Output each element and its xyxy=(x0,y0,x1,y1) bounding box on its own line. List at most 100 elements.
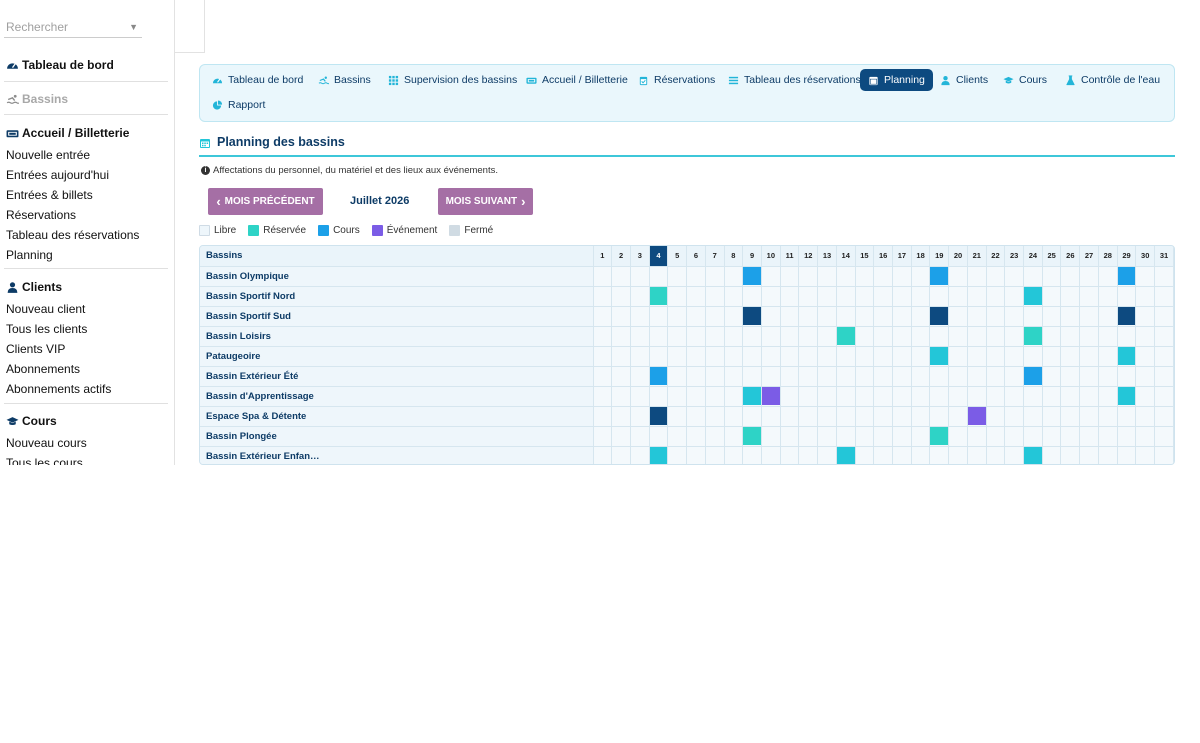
day-cell[interactable] xyxy=(817,266,837,287)
day-cell[interactable] xyxy=(892,306,912,327)
day-cell[interactable] xyxy=(1098,346,1118,367)
pool-name[interactable]: Espace Spa & Détente xyxy=(200,406,594,427)
day-cell[interactable] xyxy=(1135,266,1156,287)
day-cell[interactable] xyxy=(1060,326,1081,347)
day-cell[interactable] xyxy=(742,386,762,407)
day-cell[interactable] xyxy=(630,386,650,407)
day-cell[interactable] xyxy=(873,286,893,307)
day-cell[interactable] xyxy=(986,386,1006,407)
day-cell[interactable] xyxy=(1117,326,1137,347)
day-cell[interactable] xyxy=(1098,366,1118,387)
day-cell[interactable] xyxy=(948,406,968,427)
day-cell[interactable] xyxy=(780,366,800,387)
day-cell[interactable] xyxy=(780,346,800,367)
day-cell[interactable] xyxy=(929,366,950,387)
day-cell[interactable] xyxy=(967,326,987,347)
day-cell[interactable] xyxy=(948,326,968,347)
pool-name[interactable]: Bassin Extérieur Été xyxy=(200,366,594,387)
day-cell[interactable] xyxy=(649,326,669,347)
booking-mark-reservee_alt[interactable] xyxy=(743,387,762,405)
day-cell[interactable] xyxy=(630,286,650,307)
day-cell[interactable] xyxy=(1004,326,1025,347)
day-cell[interactable] xyxy=(873,266,893,287)
day-cell[interactable] xyxy=(817,326,837,347)
day-cell[interactable] xyxy=(986,446,1006,464)
sidebar-item[interactable]: Nouvelle entrée xyxy=(6,147,90,163)
day-cell[interactable] xyxy=(911,326,931,347)
day-cell[interactable] xyxy=(929,386,950,407)
day-cell[interactable] xyxy=(780,386,800,407)
sidebar-item[interactable]: Abonnements actifs xyxy=(6,381,111,397)
day-cell[interactable] xyxy=(1154,326,1174,347)
day-cell[interactable] xyxy=(817,386,837,407)
day-cell[interactable] xyxy=(611,286,631,307)
day-cell[interactable] xyxy=(1079,286,1099,307)
day-cell[interactable] xyxy=(1042,366,1062,387)
day-cell[interactable] xyxy=(667,346,688,367)
nav-tab-11[interactable]: Rapport xyxy=(204,94,273,116)
day-cell[interactable] xyxy=(1135,326,1156,347)
day-cell[interactable] xyxy=(1023,266,1043,287)
day-cell[interactable] xyxy=(836,366,856,387)
day-cell[interactable] xyxy=(1042,266,1062,287)
day-cell[interactable] xyxy=(649,306,669,327)
pool-name[interactable]: Bassin Sportif Nord xyxy=(200,286,594,307)
booking-mark-reservee_alt[interactable] xyxy=(930,347,949,365)
day-cell[interactable] xyxy=(855,406,875,427)
booking-mark-cours[interactable] xyxy=(649,367,668,385)
day-cell[interactable] xyxy=(798,426,819,447)
day-cell[interactable] xyxy=(1098,266,1118,287)
day-cell[interactable] xyxy=(1004,386,1025,407)
day-cell[interactable] xyxy=(1023,426,1043,447)
day-cell[interactable] xyxy=(911,306,931,327)
sidebar-item[interactable]: Entrées aujourd'hui xyxy=(6,167,109,183)
day-cell[interactable] xyxy=(630,326,650,347)
day-cell[interactable] xyxy=(649,386,669,407)
day-cell[interactable] xyxy=(1023,306,1043,327)
day-cell[interactable] xyxy=(873,346,893,367)
day-cell[interactable] xyxy=(892,266,912,287)
day-cell[interactable] xyxy=(1004,306,1025,327)
day-cell[interactable] xyxy=(798,446,819,464)
day-cell[interactable] xyxy=(967,406,987,427)
day-cell[interactable] xyxy=(686,306,706,327)
day-cell[interactable] xyxy=(1042,406,1062,427)
day-cell[interactable] xyxy=(1060,346,1081,367)
day-cell[interactable] xyxy=(724,286,744,307)
day-cell[interactable] xyxy=(817,406,837,427)
nav-tab-2[interactable]: Bassins xyxy=(310,69,379,91)
day-cell[interactable] xyxy=(630,446,650,464)
day-cell[interactable] xyxy=(649,366,669,387)
day-cell[interactable] xyxy=(873,366,893,387)
pool-name[interactable]: Bassin Sportif Sud xyxy=(200,306,594,327)
sidebar-item[interactable]: Nouveau client xyxy=(6,301,85,317)
day-cell[interactable] xyxy=(667,266,688,287)
day-cell[interactable] xyxy=(630,306,650,327)
nav-tab-3[interactable]: Supervision des bassins xyxy=(380,69,525,91)
day-cell[interactable] xyxy=(911,386,931,407)
day-cell[interactable] xyxy=(630,346,650,367)
day-cell[interactable] xyxy=(686,266,706,287)
nav-tab-4[interactable]: Accueil / Billetterie xyxy=(518,69,636,91)
search-select[interactable]: ▼ xyxy=(4,18,142,38)
booking-mark-reservee[interactable] xyxy=(743,427,762,445)
day-cell[interactable] xyxy=(1135,406,1156,427)
day-cell[interactable] xyxy=(873,426,893,447)
day-cell[interactable] xyxy=(1060,426,1081,447)
day-cell[interactable] xyxy=(986,286,1006,307)
day-cell[interactable] xyxy=(1004,286,1025,307)
day-cell[interactable] xyxy=(1079,406,1099,427)
day-cell[interactable] xyxy=(1098,386,1118,407)
day-cell[interactable] xyxy=(1079,306,1099,327)
day-cell[interactable] xyxy=(911,446,931,464)
booking-mark-reservee[interactable] xyxy=(649,287,668,305)
day-cell[interactable] xyxy=(967,266,987,287)
day-cell[interactable] xyxy=(836,426,856,447)
day-cell[interactable] xyxy=(855,306,875,327)
booking-mark-cours_dark[interactable] xyxy=(743,307,762,325)
day-cell[interactable] xyxy=(948,346,968,367)
day-cell[interactable] xyxy=(649,426,669,447)
booking-mark-cours[interactable] xyxy=(930,267,949,285)
day-cell[interactable] xyxy=(1098,426,1118,447)
day-cell[interactable] xyxy=(611,446,631,464)
